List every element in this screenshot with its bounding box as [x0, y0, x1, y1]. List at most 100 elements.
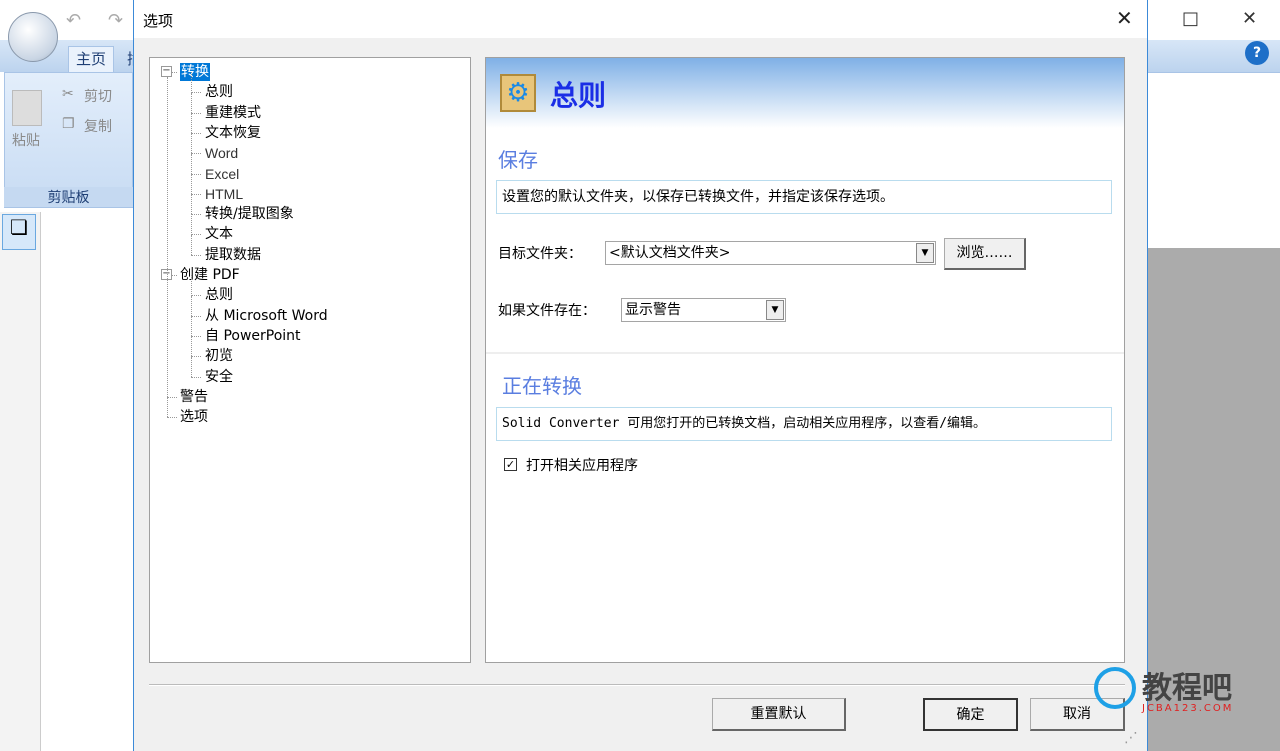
undo-icon[interactable]: ↶	[66, 10, 81, 31]
settings-panel: ⚙ 总则 保存 设置您的默认文件夹，以保存已转换文件，并指定该保存选项。 目标文…	[485, 57, 1125, 663]
tree-connector	[191, 214, 192, 235]
tree-connector	[191, 194, 192, 215]
tree-item[interactable]: 文本	[205, 225, 233, 243]
converting-description: Solid Converter 可用您打开的已转换文档，启动相关应用程序，以查看…	[496, 407, 1112, 441]
tree-connector	[191, 234, 192, 255]
tree-connector	[191, 193, 201, 195]
tree-connector	[191, 254, 201, 256]
tree-item[interactable]: 转换/提取图象	[205, 205, 294, 223]
browse-button[interactable]: 浏览……	[944, 238, 1026, 270]
panel-title: 总则	[550, 79, 607, 112]
paste-button[interactable]: 粘贴	[12, 130, 40, 150]
tree-item[interactable]: 提取数据	[205, 246, 261, 264]
file-exists-label: 如果文件存在：	[498, 303, 596, 319]
tree-connector	[191, 356, 192, 377]
tree-connector	[191, 112, 192, 134]
tree-connector	[191, 315, 201, 317]
tree-item[interactable]: 选项	[180, 408, 208, 426]
tree-connector	[191, 173, 201, 175]
open-app-label[interactable]: 打开相关应用程序	[526, 455, 638, 475]
cut-button[interactable]: 剪切	[84, 86, 112, 106]
copy-icon: ❐	[62, 116, 75, 132]
panel-header: ⚙ 总则	[486, 58, 1124, 128]
tree-connector	[167, 417, 177, 419]
tree-connector	[191, 315, 192, 337]
tree-connector	[167, 396, 177, 398]
watermark-logo: 教程吧 JCBA123.COM	[1092, 663, 1242, 723]
save-section-title: 保存	[498, 148, 538, 172]
tree-connector	[191, 72, 192, 93]
settings-gear-icon: ⚙	[500, 74, 536, 112]
pages-icon[interactable]: ❏	[2, 214, 36, 250]
options-tree: 转换 − 总则 重建模式 文本恢复 Word Excel HTML 转换/提取图象 文本 提取数据创…	[149, 57, 471, 663]
file-exists-select[interactable]: 显示警告 ▼	[621, 298, 786, 322]
clipboard-group-label: 剪贴板	[4, 187, 133, 207]
tree-connector	[191, 173, 192, 195]
tree-connector	[191, 295, 192, 316]
resize-grip-icon[interactable]: ⋰	[1124, 730, 1138, 746]
options-dialog: 选项 ✕ 转换 − 总则 重建模式 文本恢复 Word Excel HTML 转换/提取图象 文本…	[133, 0, 1148, 751]
close-button[interactable]: ✕	[1116, 6, 1133, 30]
tree-connector	[191, 376, 201, 378]
target-folder-select[interactable]: <默认文档文件夹> ▼	[605, 241, 936, 265]
tree-connector	[191, 92, 192, 113]
watermark-logo-icon	[1094, 667, 1136, 709]
section-divider	[486, 352, 1124, 354]
dialog-title: 选项	[143, 12, 174, 30]
tree-connector	[167, 77, 168, 418]
save-description: 设置您的默认文件夹，以保存已转换文件，并指定该保存选项。	[496, 180, 1112, 214]
redo-icon[interactable]: ↷	[108, 10, 123, 31]
tree-connector	[191, 153, 201, 155]
copy-button[interactable]: 复制	[84, 116, 112, 136]
tree-item[interactable]: Excel	[205, 165, 239, 183]
chevron-down-icon[interactable]: ▼	[766, 300, 784, 320]
tree-item[interactable]: 创建 PDF	[180, 266, 240, 284]
tree-item[interactable]: 安全	[205, 368, 233, 386]
tree-item[interactable]: 总则	[205, 83, 233, 101]
tree-connector	[191, 335, 201, 337]
tree-item[interactable]: 总则	[205, 286, 233, 304]
tree-item[interactable]: 从 Microsoft Word	[205, 307, 328, 325]
tree-connector	[191, 153, 192, 174]
tree-item[interactable]: 重建模式	[205, 104, 261, 122]
cut-icon: ✂	[62, 86, 74, 102]
reset-defaults-button[interactable]: 重置默认	[712, 698, 846, 731]
target-folder-label: 目标文件夹：	[498, 246, 582, 262]
tree-item[interactable]: 初览	[205, 347, 233, 365]
dialog-title-bar: 选项 ✕	[134, 0, 1147, 38]
converting-section-title: 正在转换	[502, 374, 582, 398]
target-folder-value: <默认文档文件夹>	[609, 245, 731, 261]
tree-item[interactable]: 自 PowerPoint	[205, 327, 301, 345]
tree-connector	[191, 336, 192, 357]
chevron-down-icon[interactable]: ▼	[916, 243, 934, 263]
ok-button[interactable]: 确定	[923, 698, 1018, 731]
tree-item[interactable]: HTML	[205, 185, 243, 203]
tree-connector	[191, 214, 201, 216]
footer-divider	[149, 684, 1125, 686]
file-exists-value: 显示警告	[625, 302, 681, 318]
tree-connector	[191, 92, 201, 94]
tree-item[interactable]: 文本恢复	[205, 124, 261, 142]
app-menu-button[interactable]	[8, 12, 58, 62]
tree-connector	[191, 295, 201, 297]
tab-home[interactable]: 主页	[68, 46, 114, 72]
tree-connector	[191, 275, 192, 296]
watermark-url: JCBA123.COM	[1142, 703, 1234, 714]
tree-item[interactable]: Word	[205, 144, 238, 162]
document-area	[40, 212, 133, 751]
tree-connector	[191, 234, 201, 236]
collapse-icon[interactable]: −	[161, 66, 172, 77]
paste-icon[interactable]	[12, 90, 42, 126]
tree-connector	[191, 112, 201, 114]
tree-connector	[191, 132, 201, 134]
maximize-button[interactable]: □	[1182, 8, 1199, 29]
open-app-checkbox[interactable]: ✓	[504, 458, 517, 471]
tree-item[interactable]: 转换	[180, 63, 210, 81]
tree-connector	[191, 133, 192, 154]
watermark-text: 教程吧	[1142, 671, 1232, 706]
help-icon[interactable]: ?	[1245, 41, 1269, 65]
app-workspace-right	[1148, 72, 1280, 212]
tree-connector	[191, 356, 201, 358]
app-close-button[interactable]: ✕	[1242, 8, 1257, 29]
tree-item[interactable]: 警告	[180, 388, 208, 406]
